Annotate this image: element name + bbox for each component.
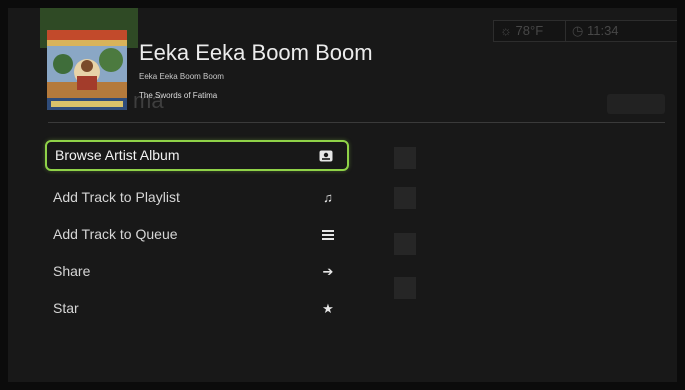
share-button[interactable]: Share ➔ (45, 253, 349, 290)
menu-item-label: Share (53, 263, 91, 279)
track-album: Eeka Eeka Boom Boom (139, 72, 224, 81)
menu-item-label: Browse Artist Album (55, 147, 180, 163)
background-row (380, 144, 660, 174)
add-track-to-queue-button[interactable]: Add Track to Queue (45, 216, 349, 253)
background-row (380, 230, 660, 260)
queue-list-icon (321, 216, 335, 253)
background-pill (607, 94, 665, 114)
menu-item-label: Add Track to Queue (53, 226, 178, 242)
star-icon: ★ (322, 301, 334, 316)
track-title: Eeka Eeka Boom Boom (139, 40, 373, 65)
background-divider (48, 122, 665, 123)
weather-widget: ☼ 78°F (493, 20, 567, 42)
album-icon (319, 142, 333, 169)
clock-time: 11:34 (586, 23, 619, 38)
menu-item-label: Add Track to Playlist (53, 189, 180, 205)
app-window: ma ☼ 78°F ◷ 11:34 Eeka Eeka Boom Boom Ee… (8, 8, 677, 382)
background-row (380, 274, 660, 304)
menu-item-label: Star (53, 300, 79, 316)
background-row (380, 184, 660, 214)
context-menu: Browse Artist Album Add Track to Playlis… (45, 140, 349, 327)
weather-temp: 78°F (515, 23, 544, 38)
weather-icon: ☼ (500, 23, 512, 38)
arrow-right-icon: ➔ (322, 264, 334, 279)
star-button[interactable]: Star ★ (45, 290, 349, 327)
track-artist: The Swords of Fatima (139, 91, 218, 100)
add-track-to-playlist-button[interactable]: Add Track to Playlist ♫ (45, 179, 349, 216)
clock-icon: ◷ (572, 23, 584, 38)
album-cover (47, 30, 127, 110)
clock-widget: ◷ 11:34 (565, 20, 677, 42)
browse-artist-album-button[interactable]: Browse Artist Album (45, 140, 349, 171)
music-note-icon: ♫ (323, 190, 333, 205)
